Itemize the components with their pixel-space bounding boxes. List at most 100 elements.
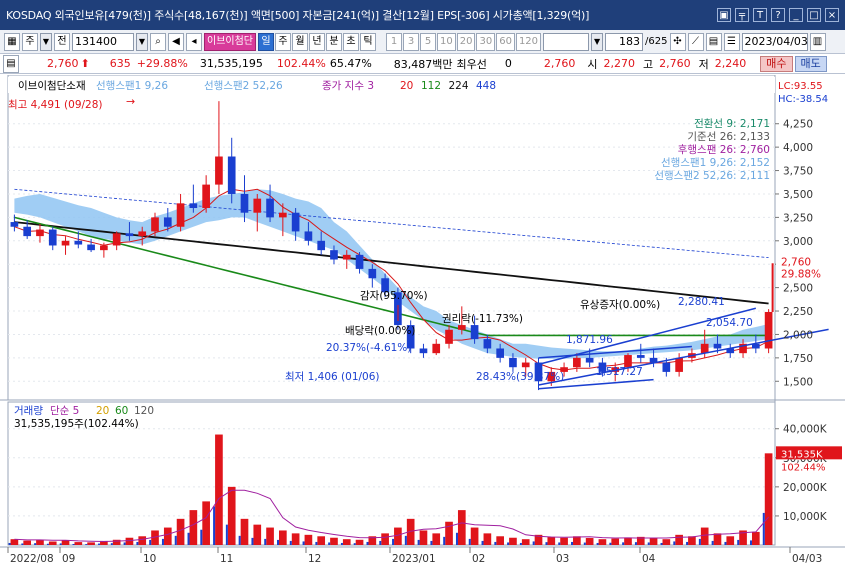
candle-body [700,343,709,354]
price-chart[interactable]: 최고 4,491 (09/28) → 최저 1,406 (01/06) 감자(95.7… [0,75,845,568]
interval-dropdown-icon[interactable]: ▼ [591,32,604,51]
period-button-2[interactable]: 월 [292,32,308,51]
volume-bar [317,536,326,545]
volume-bar [585,538,594,545]
volume-bar-blue [455,532,458,545]
indicator-4: 선행스팬2 52,26: 2,111 [654,170,770,182]
sound-icon[interactable]: ◀ [168,32,184,51]
interval-button-5[interactable]: 5 [420,32,436,51]
volume-bar-blue [34,543,37,545]
candle-body [36,229,44,237]
volume-value: 31,535,195 [199,57,263,70]
volume-bar-blue [583,542,586,545]
interval-button-120[interactable]: 120 [515,32,542,51]
interval-button-60[interactable]: 60 [496,32,515,51]
sell-button[interactable]: 매도 [794,55,827,72]
indicator-2: 후행스팬 26: 2,760 [678,144,770,156]
interval-button-3[interactable]: 3 [403,32,419,51]
candle-body [675,357,683,372]
candle-body [138,231,147,237]
type-select[interactable]: 주 [22,32,38,51]
period-button-4[interactable]: 분 [326,32,342,51]
period-button-0[interactable]: 일 [258,32,274,51]
period-button-1[interactable]: 주 [275,32,291,51]
grid-icon[interactable]: ▦ [4,32,20,51]
legend-item: 이브이첨단소재 [18,80,86,92]
save-icon[interactable]: ▤ [705,32,722,51]
volume-bar-blue [392,538,395,545]
candle-body [151,217,159,232]
current-price: 2,760 [47,57,79,70]
date-input[interactable]: 2023/04/03 [741,32,808,51]
candle-body [176,203,185,227]
legend-item: 448 [476,80,496,92]
interval-button-30[interactable]: 30 [476,32,496,51]
volume-bar-blue [213,506,216,545]
volume-bar-blue [59,543,62,545]
x-tick-label: 2023/01 [392,553,436,565]
maximize-icon[interactable]: □ [807,8,821,22]
quote-menu-icon[interactable]: ▤ [3,54,19,73]
side-button[interactable]: 전 [54,32,70,51]
candle-body [266,198,274,218]
volume-bar [457,510,466,545]
volume-bar-blue [622,542,625,545]
volume-bar-blue [673,541,676,545]
volume-bar-blue [225,524,228,545]
period-button-5[interactable]: 초 [343,32,359,51]
volume-bar-blue [558,542,561,545]
volume-bar [266,527,274,545]
page-input[interactable]: 183 [605,32,644,51]
y-tick-label: 1,500 [783,376,813,388]
vol-tick-label: 40,000K [783,424,828,436]
buy-button[interactable]: 매수 [760,55,793,72]
volume-bar-blue [161,538,164,545]
volume-bar-blue [711,540,714,545]
interval-button-1[interactable]: 1 [386,32,402,51]
volume-bar-blue [724,541,727,545]
date-x-axis: 2022/08 09 10 11 12 2023/01 02 03 04 04/03 [0,546,845,568]
volume-bar [573,536,581,545]
minimize-icon[interactable]: _ [789,8,803,22]
high-arrow: → [126,95,135,108]
candle-body [662,362,671,372]
vol-legend-item: 120 [134,405,154,417]
level2-label: 2,054.70 [706,317,753,329]
high-label: 고 [643,57,654,71]
volume-bar [291,533,300,545]
volume-bar [700,527,709,545]
interval-input[interactable] [543,32,590,51]
titlebar-icons: ▣ ╤ T ? _ □ × [717,8,845,22]
crosshair-icon[interactable]: ✣ [669,32,686,51]
volume-bar [598,539,607,545]
close-icon[interactable]: × [825,8,839,22]
indicator-3: 선행스팬1 9,26: 2,152 [661,157,770,169]
search-icon[interactable]: ⌕ [150,32,166,51]
interval-button-20[interactable]: 20 [456,32,476,51]
volume-bar-blue [379,540,382,545]
interval-button-10[interactable]: 10 [437,32,456,51]
x-tick-label: 12 [308,553,321,565]
period-button-3[interactable]: 년 [309,32,325,51]
candle-body [202,184,210,209]
pin-icon[interactable]: ╤ [735,8,749,22]
settings-icon[interactable]: ☰ [723,32,740,51]
volume-bar [726,536,735,545]
help-icon[interactable]: ? [771,8,785,22]
calendar-icon[interactable]: ▥ [809,32,826,51]
y-tick-label: 3,500 [783,189,813,201]
code-dropdown-icon[interactable]: ▼ [136,32,148,51]
period-button-6[interactable]: 틱 [360,32,376,51]
candle-body [163,217,172,227]
candle-body [713,343,722,349]
volume-bar-blue [340,542,343,545]
line-tool-icon[interactable]: ⟋ [687,32,704,51]
dock-icon[interactable]: ▣ [717,8,731,22]
font-icon[interactable]: T [753,8,767,22]
stock-code-input[interactable]: 131400 [72,32,134,51]
lc-label: LC:93.55 [778,81,823,92]
chevron-down-icon[interactable]: ▼ [40,32,52,51]
candle-body [330,250,338,260]
prev-stock-icon[interactable]: ◂ [186,32,202,51]
stock-name-badge[interactable]: 이브이첨단 [204,32,256,51]
